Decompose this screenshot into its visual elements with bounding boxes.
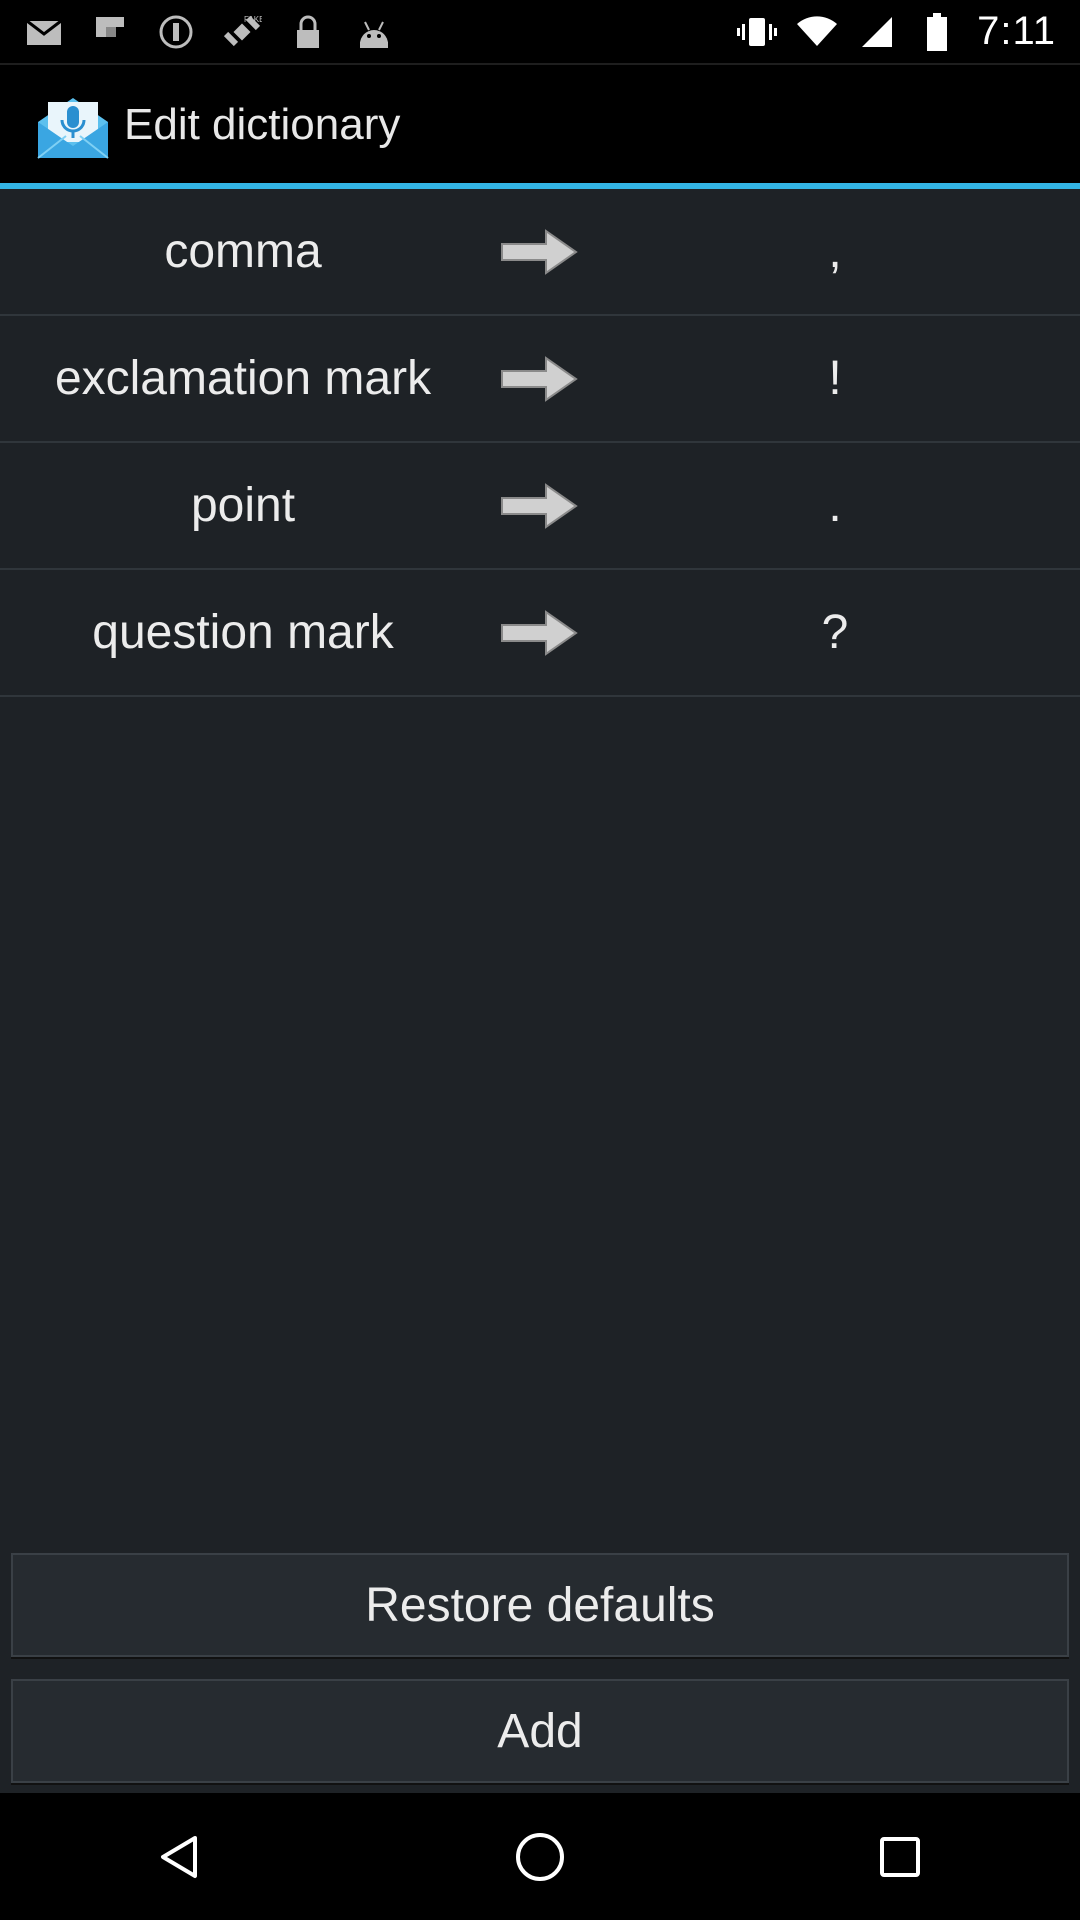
dictionary-entry-question-mark[interactable]: question mark ? — [0, 570, 1080, 697]
dictionary-entry-point[interactable]: point . — [0, 443, 1080, 570]
entry-symbol: ! — [828, 352, 842, 405]
navigation-bar — [0, 1793, 1080, 1920]
status-right-icons: 7:11 — [737, 9, 1056, 54]
entry-word: comma — [164, 225, 322, 278]
entry-symbol: . — [828, 479, 842, 532]
entry-symbol: ? — [821, 606, 849, 659]
android-icon — [354, 12, 394, 52]
arrow-right-icon — [500, 354, 578, 404]
mail-icon — [24, 12, 64, 52]
action-bar: Edit dictionary — [0, 63, 1080, 185]
dictionary-entry-comma[interactable]: comma , — [0, 189, 1080, 316]
entry-symbol: , — [828, 225, 842, 278]
vibrate-icon — [737, 12, 778, 52]
do-not-disturb-icon — [156, 12, 196, 52]
back-icon[interactable] — [140, 1817, 220, 1897]
home-icon[interactable] — [500, 1817, 580, 1897]
flipboard-icon — [90, 12, 130, 52]
status-bar: FAKE 7:11 — [0, 0, 1080, 63]
page-title: Edit dictionary — [124, 100, 401, 149]
entry-word: point — [190, 479, 296, 532]
signal-icon — [857, 12, 897, 52]
lock-icon — [288, 12, 328, 52]
recents-icon[interactable] — [860, 1817, 940, 1897]
add-button[interactable]: Add — [11, 1679, 1069, 1783]
arrow-right-icon — [500, 481, 578, 531]
mail-microphone-icon[interactable] — [34, 86, 112, 164]
arrow-right-icon — [500, 608, 578, 658]
svg-text:FAKE: FAKE — [244, 15, 262, 24]
restore-defaults-button[interactable]: Restore defaults — [11, 1553, 1069, 1657]
entry-word: exclamation mark — [54, 352, 432, 405]
entry-word: question mark — [92, 606, 394, 659]
status-time: 7:11 — [977, 9, 1056, 53]
wifi-icon — [797, 12, 838, 52]
battery-icon — [917, 12, 957, 52]
status-left-icons: FAKE — [24, 12, 394, 52]
arrow-right-icon — [500, 227, 578, 277]
dictionary-entry-exclamation-mark[interactable]: exclamation mark ! — [0, 316, 1080, 443]
satellite-icon: FAKE — [222, 12, 262, 52]
